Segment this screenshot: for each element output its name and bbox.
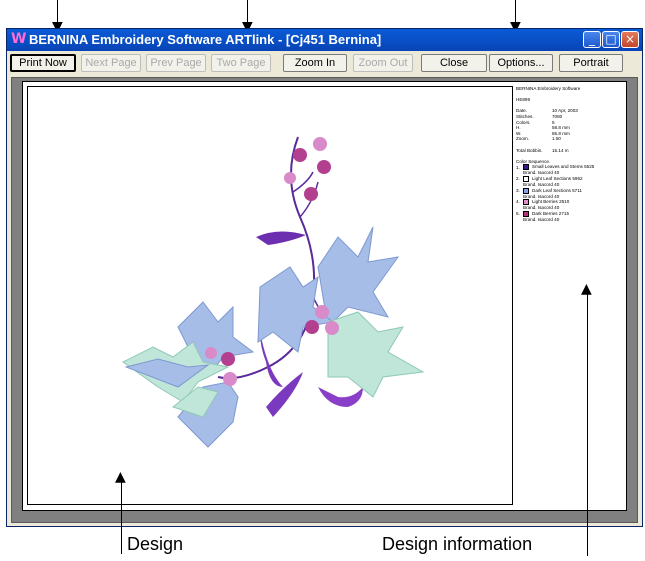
- preview-page: BERNINA Embroidery Software HE899 Date. 1…: [22, 81, 627, 511]
- design-label: Design: [127, 534, 184, 554]
- info-fields: Date. 10 Apr, 2003 Stitches. 7080 Colors. 5 H.…: [516, 108, 622, 142]
- color-sequence-number: 5.: [516, 210, 520, 216]
- design-frame: [27, 86, 513, 505]
- color-sequence-number: 1.: [516, 164, 520, 170]
- window-title: BERNINA Embroidery Software ARTlink - [C…: [29, 32, 382, 47]
- minimize-button[interactable]: _: [583, 31, 601, 48]
- color-sequence-item: 4. Light Berries 2510 Brand. Isacord 40: [516, 199, 622, 211]
- berry-shape: [205, 347, 217, 359]
- berry-shape: [293, 148, 307, 162]
- options-button[interactable]: Options...: [489, 54, 553, 72]
- berry-shape: [284, 172, 296, 184]
- purple-leaf-shape: [256, 231, 306, 245]
- callout-line-design: [121, 482, 122, 554]
- bernina-logo-icon: W: [11, 31, 27, 47]
- zoom-in-button[interactable]: Zoom In: [283, 54, 347, 72]
- zoom-out-button[interactable]: Zoom Out: [353, 54, 413, 72]
- berry-shape: [304, 187, 318, 201]
- embroidery-design: [122, 136, 425, 448]
- callout-line-design-information: [587, 294, 588, 556]
- berry-shape: [223, 372, 237, 386]
- berry-shape: [221, 352, 235, 366]
- app-window: W BERNINA Embroidery Software ARTlink - …: [6, 28, 643, 527]
- color-sequence-item: 2. Light Leaf Sections 5962 Brand. Isacord…: [516, 175, 622, 188]
- maximize-button[interactable]: □: [602, 31, 620, 48]
- berry-shape: [305, 320, 319, 334]
- toolbar: Print Now Next Page Prev Page Two Page Z…: [7, 51, 642, 75]
- berry-shape: [317, 160, 331, 174]
- design-information-panel: BERNINA Embroidery Software HE899 Date. 1…: [516, 86, 622, 286]
- color-sequence-item: 1. Small Leaves and Stems 5525 Brand. Isac…: [516, 164, 622, 176]
- print-now-button[interactable]: Print Now: [10, 54, 76, 72]
- color-swatch-icon: [523, 187, 529, 194]
- design-information-label: Design information: [382, 534, 533, 554]
- color-sequence-item: 3. Dark Leaf Sections 5711 Brand. Isacord …: [516, 187, 622, 200]
- color-sequence-number: 2.: [516, 176, 520, 182]
- color-sequence-number: 4.: [516, 199, 520, 205]
- berry-shape: [313, 137, 327, 151]
- portrait-button[interactable]: Portrait: [559, 54, 623, 72]
- color-sequence-name: Small Leaves and Stems 5525: [532, 164, 595, 170]
- color-sequence-item: 5. Dark Berries 2715 Brand. Isacord 40: [516, 210, 622, 223]
- berry-shape: [315, 305, 329, 319]
- color-sequence-name: Light Leaf Sections 5962: [532, 176, 583, 182]
- leaf-shape: [327, 311, 425, 398]
- color-sequence-name: Dark Leaf Sections 5711: [532, 187, 582, 193]
- color-sequence-name: Dark Berries 2715: [532, 210, 570, 216]
- close-window-button[interactable]: ×: [621, 31, 639, 48]
- print-preview-area: BERNINA Embroidery Software HE899 Date. 1…: [11, 77, 638, 523]
- color-sequence-number: 3.: [516, 187, 520, 193]
- color-sequence-list: 1. Small Leaves and Stems 5525 Brand. Isac…: [516, 164, 622, 222]
- title-bar: W BERNINA Embroidery Software ARTlink - …: [7, 29, 642, 51]
- prev-page-button[interactable]: Prev Page: [146, 54, 206, 72]
- berry-shape: [325, 321, 339, 335]
- color-sequence-name: Light Berries 2510: [532, 199, 570, 205]
- purple-leaf-shape: [318, 387, 363, 407]
- color-swatch-icon: [523, 210, 529, 217]
- next-page-button[interactable]: Next Page: [81, 54, 141, 72]
- color-sequence-brand: Brand. Isacord 40: [523, 216, 560, 222]
- two-page-button[interactable]: Two Page: [211, 54, 271, 72]
- close-button[interactable]: Close: [421, 54, 487, 72]
